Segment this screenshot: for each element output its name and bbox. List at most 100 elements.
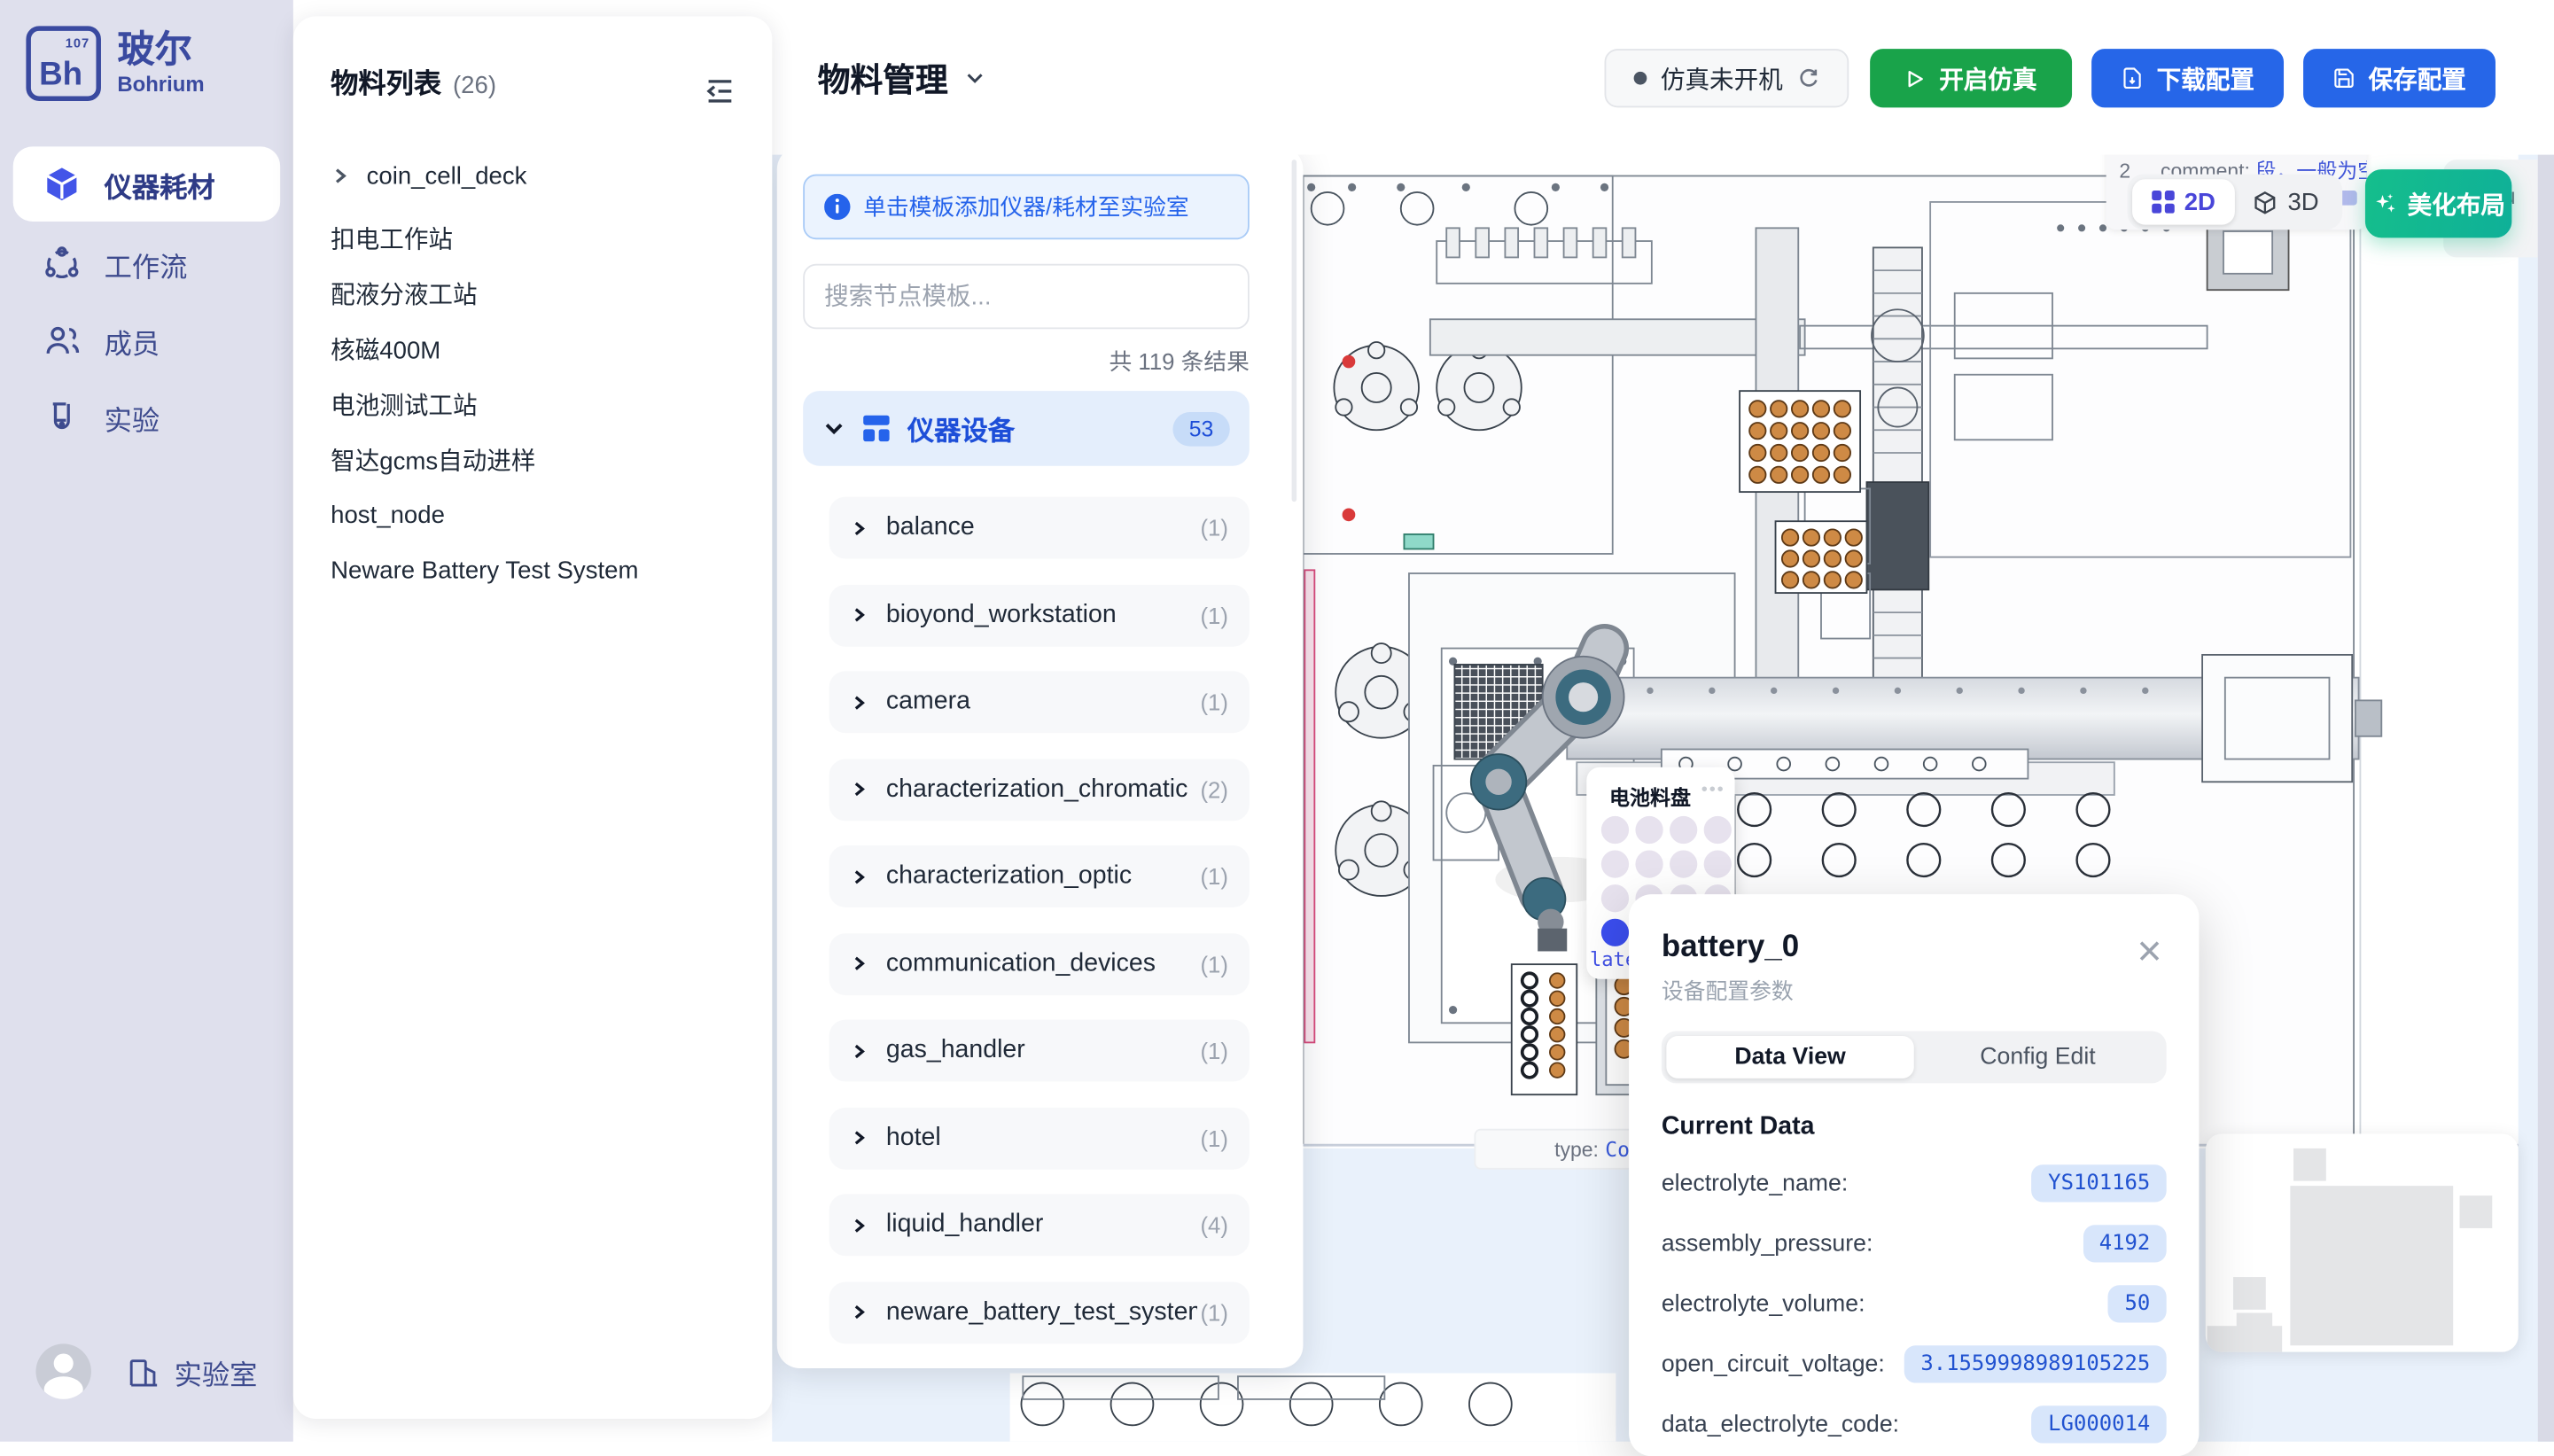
save-config-label: 保存配置 [2369,61,2466,96]
data-value: 4192 [2083,1225,2166,1262]
tray-well[interactable] [1670,850,1697,877]
start-simulation-button[interactable]: 开启仿真 [1870,49,2072,107]
template-item-characterization-chromatic[interactable]: characterization_chromatic(2) [829,759,1250,821]
data-value: 50 [2108,1285,2167,1322]
category-instruments[interactable]: 仪器设备 53 [803,391,1250,466]
data-row: electrolyte_volume: 50 [1662,1285,2167,1322]
tray-well-selected[interactable] [1601,919,1629,946]
sparkles-icon [2371,191,2397,216]
minimap-block [2460,1195,2493,1228]
refresh-icon[interactable] [1796,66,1819,90]
tray-well[interactable] [1601,816,1629,844]
data-key: data_electrolyte_code: [1662,1412,1899,1437]
data-value: 3.1559998989105225 [1904,1345,2167,1382]
template-item-communication-devices[interactable]: communication_devices(1) [829,932,1250,994]
beautify-layout-button[interactable]: 美化布局 [2365,169,2511,237]
tray-well[interactable] [1601,884,1629,912]
type-key: type: [1554,1138,1599,1161]
tray-well[interactable] [1670,816,1697,844]
sidebar-item-members[interactable]: 成员 [13,305,280,377]
data-key: electrolyte_name: [1662,1171,1848,1196]
template-search-input[interactable] [803,264,1250,330]
material-item[interactable]: 配液分液工站 [331,274,738,313]
view-3d-label: 3D [2287,188,2318,215]
template-item-balance[interactable]: balance(1) [829,497,1250,559]
beautify-layout-label: 美化布局 [2408,186,2505,221]
workflow-icon [43,245,82,284]
template-list: balance(1) bioyond_workstation(1) camera… [829,497,1250,1368]
brand-name: 玻尔 [117,31,204,68]
cube-3d-icon [2254,190,2278,214]
template-item-neware-battery-test-system[interactable]: neware_battery_test_system(1) [829,1281,1250,1343]
template-item-gas-handler[interactable]: gas_handler(1) [829,1020,1250,1082]
material-item-coin-cell-deck[interactable]: coin_cell_deck [331,156,738,195]
chevron-right-icon [331,166,350,185]
download-config-label: 下载配置 [2157,61,2254,96]
template-item-bioyond-workstation[interactable]: bioyond_workstation(1) [829,584,1250,646]
bohrium-logo-icon: 107 Bh [26,26,101,101]
sidebar-item-experiments[interactable]: 实验 [13,381,280,453]
tab-data-view[interactable]: Data View [1666,1036,1913,1078]
template-hint-text: 单击模板添加仪器/耗材至实验室 [863,191,1188,223]
user-avatar[interactable] [35,1343,90,1398]
collapse-panel-icon[interactable] [704,75,736,108]
status-dot-icon [1635,72,1648,85]
play-icon [1905,67,1927,89]
view-2d-button[interactable]: 2D [2132,179,2235,224]
material-item[interactable]: Neware Battery Test System [331,550,738,589]
material-item[interactable]: 电池测试工站 [331,385,738,424]
tab-config-edit[interactable]: Config Edit [1914,1036,2161,1078]
current-data-heading: Current Data [1662,1112,2167,1141]
material-item[interactable]: 扣电工作站 [331,218,738,257]
download-config-button[interactable]: 下载配置 [2091,49,2284,107]
data-key: open_circuit_voltage: [1662,1351,1885,1377]
app-window: esou 2 _comment: 段，一般为空，stat 2D 3D 美化布局 … [0,0,2554,1442]
data-value: LG000014 [2032,1405,2167,1443]
page-title[interactable]: 物料管理 [818,54,985,101]
app-sidebar: 107 Bh 玻尔 Bohrium 仪器耗材 工作流 成员 实验 [0,0,293,1442]
data-key: assembly_pressure: [1662,1231,1873,1257]
cube-icon [43,165,82,204]
data-value: YS101165 [2032,1164,2167,1202]
template-item-hotel[interactable]: hotel(1) [829,1107,1250,1169]
lab-switcher[interactable]: 实验室 [127,1351,257,1392]
result-count: 共 119 条结果 [777,346,1250,378]
material-item[interactable]: host_node [331,495,738,534]
materials-title: 物料列表 [331,60,441,101]
sidebar-item-instruments[interactable]: 仪器耗材 [13,146,280,222]
tray-well[interactable] [1704,816,1732,844]
template-hint-banner: 单击模板添加仪器/耗材至实验室 [803,175,1250,240]
tray-well[interactable] [1635,850,1662,877]
chevron-right-icon [850,1303,868,1320]
tray-well[interactable] [1704,850,1732,877]
template-item-liquid-handler[interactable]: liquid_handler(4) [829,1194,1250,1256]
tray-menu-icon[interactable]: ••• [1701,780,1725,799]
materials-count: (26) [453,72,496,99]
chevron-down-icon [964,66,985,88]
chevron-down-icon [822,417,845,440]
data-row: assembly_pressure: 4192 [1662,1225,2167,1262]
app-logo[interactable]: 107 Bh 玻尔 Bohrium [26,26,204,101]
material-item[interactable]: 智达gcms自动进样 [331,440,738,479]
view-mode-toggle: 2D 3D [2128,175,2343,230]
minimap-block [2207,1326,2283,1351]
template-item-characterization-optic[interactable]: characterization_optic(1) [829,845,1250,907]
simulation-status-badge[interactable]: 仿真未开机 [1605,49,1849,107]
page-scrollbar[interactable] [2538,0,2554,1442]
materials-panel: 物料列表 (26) coin_cell_deck 扣电工作站 配液分液工站 核磁… [293,16,772,1419]
minimap[interactable] [2206,1133,2519,1351]
panel-scrollbar-thumb[interactable] [1292,160,1297,502]
template-item-camera[interactable]: camera(1) [829,671,1250,733]
device-title: battery_0 [1662,930,2167,966]
close-icon[interactable]: ✕ [2136,937,2163,969]
tray-well[interactable] [1601,850,1629,877]
chevron-right-icon [850,1041,868,1059]
tray-well[interactable] [1635,816,1662,844]
data-key: electrolyte_volume: [1662,1291,1865,1317]
minimap-block [2233,1277,2266,1310]
sidebar-item-workflow[interactable]: 工作流 [13,228,280,300]
save-config-button[interactable]: 保存配置 [2303,49,2496,107]
material-item[interactable]: 核磁400M [331,329,738,368]
brand-subtitle: Bohrium [117,72,204,97]
view-3d-button[interactable]: 3D [2235,179,2338,224]
